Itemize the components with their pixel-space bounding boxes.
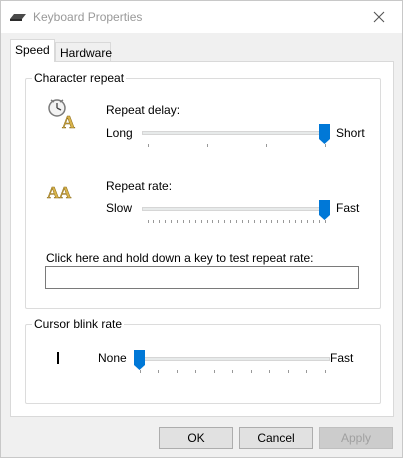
slider-tick <box>213 370 215 373</box>
slider-tick <box>312 220 314 223</box>
cursor-blink-ticks <box>134 370 330 375</box>
cursor-blink-thumb[interactable] <box>134 350 145 370</box>
slider-tick <box>259 220 261 223</box>
repeat-rate-thumb[interactable] <box>319 200 330 220</box>
repeat-rate-label: Repeat rate: <box>106 179 173 193</box>
slider-tick <box>318 220 320 223</box>
slider-tick <box>147 144 149 147</box>
slider-tick <box>283 220 285 223</box>
slider-tick <box>265 220 267 223</box>
character-repeat-label: Character repeat <box>32 71 127 85</box>
svg-text:A: A <box>62 112 75 130</box>
slider-tick <box>232 370 233 373</box>
slider-tick <box>300 220 302 223</box>
slider-tick <box>224 220 226 223</box>
slider-tick <box>230 220 232 223</box>
tab-speed[interactable]: Speed <box>10 39 55 62</box>
cursor-blink-max-label: Fast <box>330 351 354 365</box>
slider-tick <box>165 220 167 223</box>
repeat-rate-ticks <box>142 220 330 225</box>
slider-tick <box>289 220 291 223</box>
slider-tick <box>324 144 326 147</box>
slider-tick <box>188 220 190 223</box>
close-button[interactable] <box>356 1 402 33</box>
ok-button[interactable]: OK <box>159 427 233 449</box>
slider-tick <box>250 370 252 373</box>
keyboard-icon <box>10 14 26 21</box>
svg-text:A: A <box>59 183 72 202</box>
slider-tick <box>247 220 249 223</box>
slider-tick <box>158 370 159 373</box>
slider-tick <box>277 220 279 223</box>
slider-tick <box>265 144 267 147</box>
slider-tick <box>212 220 214 223</box>
slider-tick <box>139 370 141 373</box>
apply-button[interactable]: Apply <box>319 427 393 449</box>
slider-tick <box>159 220 161 223</box>
repeat-rate-track <box>142 207 330 211</box>
slider-tick <box>195 370 196 373</box>
keyboard-properties-window: Keyboard Properties Speed Hardware Chara… <box>0 0 403 458</box>
repeat-rate-icon: A A <box>47 183 73 202</box>
cursor-blink-min-label: None <box>98 351 127 365</box>
slider-tick <box>177 220 178 223</box>
slider-tick <box>324 370 326 373</box>
slider-tick <box>236 220 237 223</box>
repeat-delay-slider[interactable] <box>142 124 330 150</box>
cursor-blink-group: Cursor blink rate None Fast <box>25 317 381 404</box>
repeat-delay-min-label: Long <box>106 126 133 140</box>
slider-tick <box>206 220 208 223</box>
slider-tick <box>194 220 196 223</box>
tab-speed-label: Speed <box>15 43 50 57</box>
slider-tick <box>153 220 155 223</box>
cursor-blink-track <box>134 357 330 361</box>
slider-tick <box>171 220 173 223</box>
slider-tick <box>206 144 208 147</box>
slider-tick <box>287 370 289 373</box>
tab-hardware-label: Hardware <box>60 46 113 60</box>
repeat-rate-min-label: Slow <box>106 201 133 215</box>
slider-tick <box>147 220 149 223</box>
cancel-button[interactable]: Cancel <box>239 427 313 449</box>
test-repeat-rate-label: Click here and hold down a key to test r… <box>46 251 314 265</box>
repeat-rate-max-label: Fast <box>336 201 360 215</box>
repeat-delay-max-label: Short <box>336 126 365 140</box>
repeat-delay-label: Repeat delay: <box>106 103 181 117</box>
slider-tick <box>253 220 255 223</box>
slider-tick <box>182 220 184 223</box>
slider-tick <box>271 220 273 223</box>
repeat-delay-track <box>142 131 330 135</box>
slider-tick <box>269 370 270 373</box>
slider-tick <box>295 220 296 223</box>
cursor-blink-slider[interactable] <box>134 350 330 376</box>
slider-tick <box>324 220 326 223</box>
tab-hardware[interactable]: Hardware <box>55 42 113 63</box>
repeat-delay-ticks <box>142 144 330 149</box>
cursor-blink-label: Cursor blink rate <box>32 317 125 331</box>
repeat-delay-thumb[interactable] <box>319 124 330 144</box>
repeat-delay-icon: A <box>48 99 75 130</box>
window-title: Keyboard Properties <box>33 10 143 24</box>
slider-tick <box>306 220 308 223</box>
slider-tick <box>306 370 307 373</box>
test-repeat-rate-input[interactable] <box>45 266 359 289</box>
speed-tab-panel: Character repeat A Repeat delay: Long Sh… <box>10 61 394 417</box>
slider-tick <box>241 220 243 223</box>
slider-tick <box>218 220 220 223</box>
close-icon <box>373 11 385 23</box>
cursor-blink-preview <box>57 352 59 364</box>
slider-tick <box>176 370 178 373</box>
slider-tick <box>200 220 202 223</box>
repeat-rate-slider[interactable] <box>142 200 330 226</box>
title-bar: Keyboard Properties <box>1 1 402 33</box>
